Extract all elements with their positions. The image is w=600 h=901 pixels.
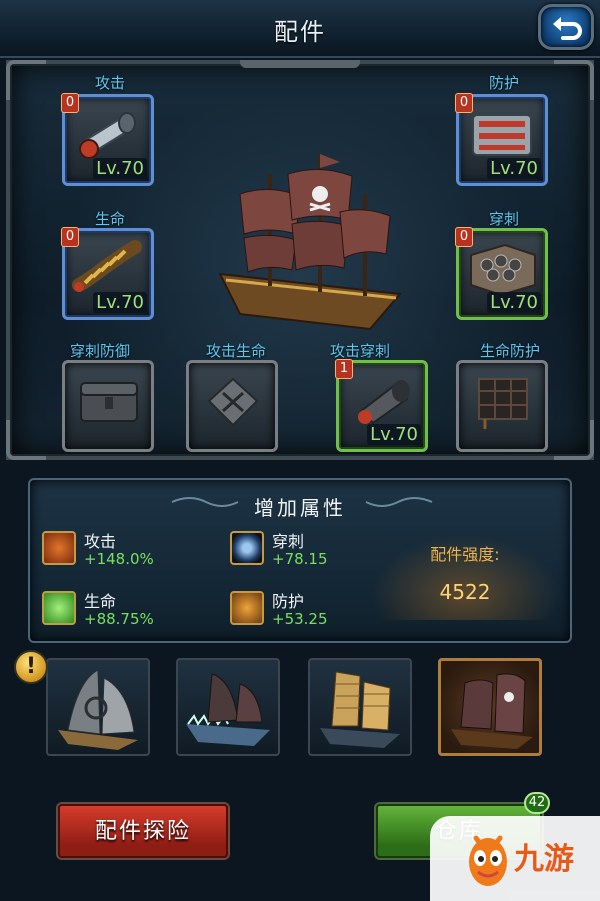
count-badge: 0 (61, 93, 79, 113)
net-sail-icon (478, 378, 528, 429)
stat-value: +78.15 (272, 550, 328, 568)
back-button[interactable] (538, 4, 594, 50)
slot-defense[interactable]: 0 Lv.70 (455, 93, 548, 186)
count-badge: 0 (455, 227, 473, 247)
alert-icon[interactable]: ! (14, 650, 48, 684)
ship-card[interactable] (176, 658, 280, 756)
slot-label-life-defense: 生命防护 (479, 342, 540, 360)
count-badge: 1 (335, 359, 353, 379)
back-arrow-icon (553, 17, 582, 40)
stat-name: 攻击 (84, 532, 117, 551)
attributes-panel: 增加属性 攻击 +148.0% 穿刺 +78.15 生命 +88.75% 防护 … (28, 478, 572, 643)
health-cross-icon (42, 591, 76, 625)
power-label: 配件强度: (430, 545, 500, 564)
slot-label-pierce-defense: 穿刺防御 (69, 342, 130, 360)
junk-ship-icon (320, 671, 400, 748)
armor-plate-icon (472, 114, 532, 156)
level-label: Lv.70 (93, 292, 147, 313)
ship-card[interactable] (308, 658, 412, 756)
ship-card[interactable] (46, 658, 150, 756)
pirate-ship-icon (451, 673, 533, 749)
slot-label-attack: 攻击 (94, 74, 125, 92)
slot-attack-life[interactable] (186, 360, 278, 452)
stat-name: 防护 (272, 592, 305, 611)
slot-attack[interactable]: 0 Lv.70 (61, 93, 154, 186)
ship-card-selected[interactable] (438, 658, 542, 756)
iron-chest-icon (80, 382, 138, 422)
ship-selector: ! (0, 650, 600, 760)
power-value: 4522 (439, 580, 491, 604)
frame-corner (6, 60, 46, 100)
explore-button[interactable]: 配件探险 (58, 804, 228, 858)
stat-value: +53.25 (272, 610, 328, 628)
shield-icon (230, 591, 264, 625)
count-badge: 0 (455, 93, 473, 113)
attributes-title: 增加属性 (254, 496, 346, 520)
slot-label-attack-life: 攻击生命 (205, 342, 266, 360)
slot-life[interactable]: 0 Lv.70 (61, 227, 154, 320)
ammo-crate-icon (470, 243, 536, 297)
watermark-text: 九游 (514, 842, 574, 877)
page-title: 配件 (274, 18, 326, 46)
slot-life-defense[interactable] (456, 360, 548, 452)
coil-spring-icon (72, 240, 142, 292)
count-badge: 0 (61, 227, 79, 247)
stat-name: 生命 (84, 592, 117, 611)
stat-name: 穿刺 (272, 532, 305, 551)
stat-life: 生命 +88.75% (42, 588, 222, 628)
steel-warship-icon (58, 669, 138, 750)
jiuyou-mascot-logo (469, 835, 507, 886)
slot-label-pierce: 穿刺 (488, 210, 519, 228)
slot-attack-pierce[interactable]: 1 Lv.70 (335, 359, 428, 452)
stat-attack: 攻击 +148.0% (42, 528, 222, 568)
mortar-cannon-icon (358, 380, 410, 425)
frame-ornament (240, 60, 360, 68)
level-label: Lv.70 (487, 158, 541, 179)
pierce-orb-icon (230, 531, 264, 565)
slot-pierce[interactable]: 0 Lv.70 (455, 227, 548, 320)
stat-value: +148.0% (84, 550, 154, 568)
level-label: Lv.70 (367, 424, 421, 445)
sword-fist-icon (42, 531, 76, 565)
level-label: Lv.70 (487, 292, 541, 313)
ornament-swirl-icon (365, 497, 433, 507)
slot-label-attack-pierce: 攻击穿刺 (329, 342, 390, 360)
stat-value: +88.75% (84, 610, 154, 628)
slot-label-life: 生命 (94, 210, 125, 228)
slot-pierce-defense[interactable] (62, 360, 154, 452)
watermark: 九游 (430, 816, 600, 901)
slot-label-defense: 防护 (488, 74, 519, 92)
accessory-power: 配件强度: 4522 (370, 535, 560, 620)
engine-block-icon (207, 377, 259, 427)
pirate-ship-model (218, 154, 402, 331)
frame-corner (554, 420, 594, 460)
top-bar: 配件 (0, 0, 600, 58)
warehouse-count-badge: 42 (524, 792, 550, 814)
frame-corner (6, 420, 46, 460)
cannon-icon (79, 112, 136, 159)
accessory-display-panel: 攻击 0 Lv.70 防护 0 Lv.70 生命 0 Lv.70 穿刺 0 Lv… (6, 60, 594, 460)
spiked-ship-icon (186, 673, 270, 746)
level-label: Lv.70 (93, 158, 147, 179)
